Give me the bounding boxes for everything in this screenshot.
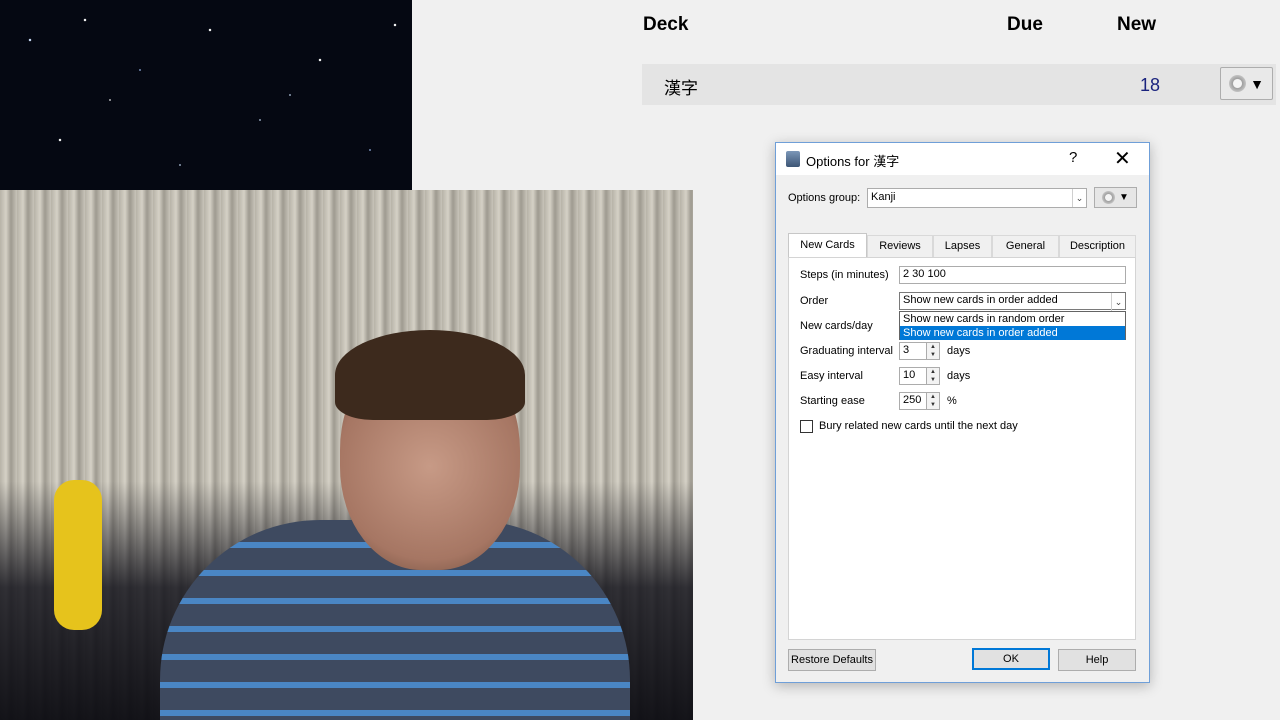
order-label: Order [800,295,829,307]
easy-interval-label: Easy interval [800,370,863,382]
starfield-image [0,0,412,190]
webcam-person-hair [335,330,525,420]
order-select[interactable]: Show new cards in order added ⌄ [899,292,1126,311]
options-group-label: Options group: [788,192,861,204]
webcam-yellow-object [54,480,102,630]
new-per-day-label: New cards/day [800,320,873,332]
options-dialog: Options for 漢字 ? ✕ Options group: Kanji … [775,142,1150,683]
anki-app-icon [786,151,800,167]
chevron-down-icon: ⌄ [1072,189,1086,207]
new-cards-panel: Steps (in minutes) 2 30 100 Order Show n… [788,257,1136,640]
starting-ease-spinbox[interactable]: 250 ▲ ▼ [899,392,941,410]
deck-column-header: Deck [643,14,689,35]
due-column-header: Due [1007,14,1043,35]
chevron-down-icon: ⌄ [1111,293,1125,311]
options-group-select[interactable]: Kanji ⌄ [867,188,1087,208]
tab-lapses[interactable]: Lapses [933,235,992,257]
dialog-titlebar[interactable]: Options for 漢字 ? ✕ [776,143,1149,175]
restore-defaults-button[interactable]: Restore Defaults [788,649,876,671]
gear-icon [1102,191,1116,204]
tab-new-cards[interactable]: New Cards [788,233,867,257]
steps-input[interactable]: 2 30 100 [899,266,1126,284]
bury-related-checkbox[interactable] [800,420,813,433]
ok-button[interactable]: OK [972,648,1050,670]
spin-arrows-icon[interactable]: ▲ ▼ [927,367,940,385]
steps-label: Steps (in minutes) [800,269,889,281]
spin-arrows-icon[interactable]: ▲ ▼ [927,342,940,360]
deck-options-button[interactable]: ▼ [1220,67,1273,100]
deck-name-link[interactable]: 漢字 [664,74,698,99]
easy-interval-value[interactable]: 10 [899,367,927,385]
easy-interval-spinbox[interactable]: 10 ▲ ▼ [899,367,941,385]
order-value: Show new cards in order added [903,294,1058,306]
order-dropdown-list: Show new cards in random order Show new … [899,311,1126,340]
graduating-interval-label: Graduating interval [800,345,893,357]
starting-ease-value[interactable]: 250 [899,392,927,410]
bury-related-label[interactable]: Bury related new cards until the next da… [819,420,1018,432]
deck-due-count: 0 [1036,75,1046,94]
graduating-interval-value[interactable]: 3 [899,342,927,360]
options-group-gear-button[interactable]: ▼ [1094,187,1137,208]
help-button[interactable]: Help [1058,649,1136,671]
starting-ease-label: Starting ease [800,395,865,407]
options-group-value: Kanji [871,191,896,203]
tab-reviews[interactable]: Reviews [867,235,933,257]
help-icon[interactable]: ? [1069,149,1077,166]
dropdown-arrow-icon: ▼ [1119,192,1129,203]
deck-new-count: 18 [1140,75,1161,95]
spin-arrows-icon[interactable]: ▲ ▼ [927,392,940,410]
deck-row[interactable]: 漢字 0 18 ▼ [642,64,1276,105]
webcam-video [0,190,693,720]
new-column-header: New [1117,14,1157,35]
order-option-added[interactable]: Show new cards in order added [900,326,1125,340]
close-icon[interactable]: ✕ [1114,146,1131,171]
starting-ease-unit: % [947,395,957,407]
graduating-interval-spinbox[interactable]: 3 ▲ ▼ [899,342,941,360]
easy-interval-unit: days [947,370,971,382]
tab-general[interactable]: General [992,235,1059,257]
dropdown-arrow-icon: ▼ [1250,75,1264,92]
tab-description[interactable]: Description [1059,235,1136,257]
gear-icon [1229,75,1247,92]
order-option-random[interactable]: Show new cards in random order [900,312,1125,326]
dialog-title: Options for 漢字 [806,154,900,169]
graduating-interval-unit: days [947,345,971,357]
